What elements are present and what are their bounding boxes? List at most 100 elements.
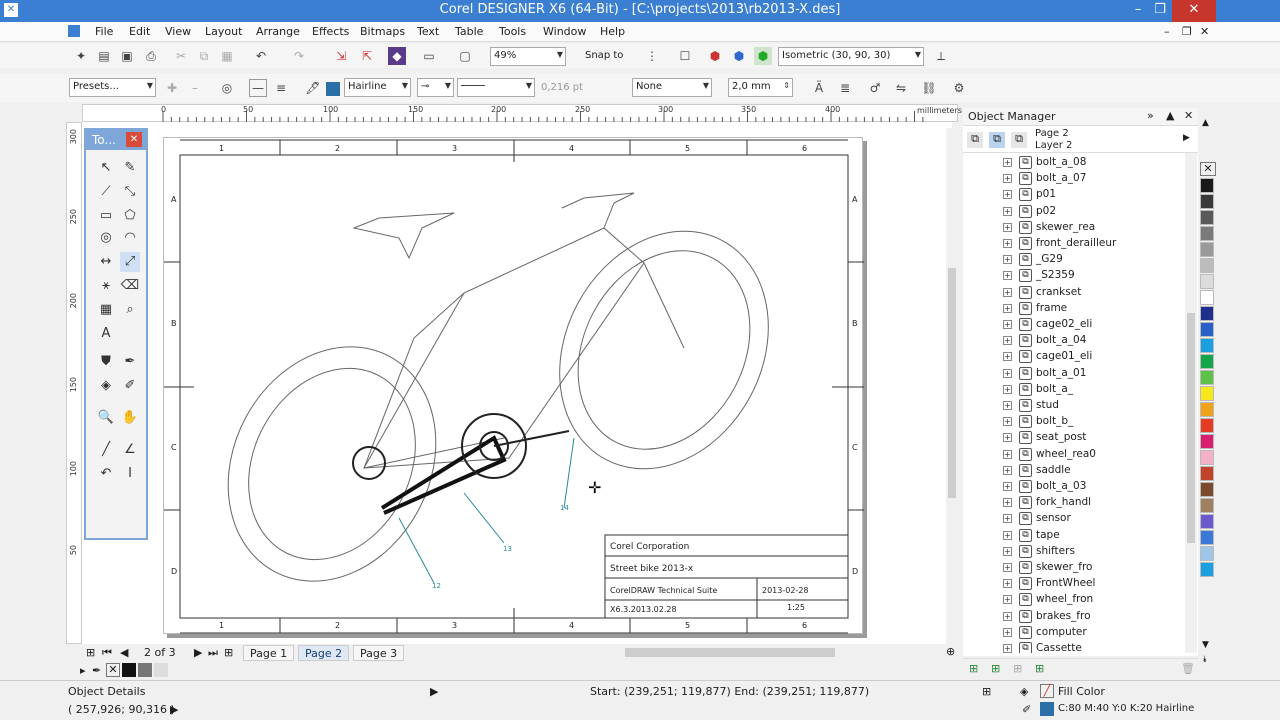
expand-icon[interactable]: + bbox=[1003, 255, 1012, 265]
line-width-icon[interactable]: ≡ bbox=[272, 79, 290, 97]
eyedropper-tool-icon[interactable]: ✒ bbox=[120, 352, 140, 372]
object-row[interactable]: + ⧉ seat_post bbox=[963, 430, 1185, 446]
object-row[interactable]: + ⧉ sensor bbox=[963, 511, 1185, 527]
arrow-start-combo[interactable]: ⊸ ▼ bbox=[417, 78, 454, 97]
expand-icon[interactable]: + bbox=[1003, 158, 1012, 167]
palette-swatch[interactable] bbox=[1200, 322, 1214, 337]
frame-icon[interactable]: ☐ bbox=[676, 47, 694, 65]
menu-layout[interactable]: Layout bbox=[205, 25, 242, 38]
freehand-tool-icon[interactable]: ⟋ bbox=[96, 182, 116, 202]
page-add-after-icon[interactable]: ⊞ bbox=[224, 646, 233, 659]
node-icon[interactable]: ♂ bbox=[866, 79, 884, 97]
layer-manager-icon[interactable]: ⧉ bbox=[967, 132, 983, 148]
expand-icon[interactable]: + bbox=[1003, 417, 1012, 427]
palette-swatch[interactable] bbox=[1200, 274, 1214, 289]
object-row[interactable]: + ⧉ p02 bbox=[963, 204, 1185, 220]
menu-file[interactable]: File bbox=[95, 25, 113, 38]
restore-icon[interactable]: ❐ bbox=[1146, 0, 1174, 22]
save-icon[interactable]: ▣ bbox=[118, 47, 136, 65]
redo-icon[interactable]: ↷ bbox=[290, 47, 308, 65]
palette-swatch[interactable] bbox=[1200, 258, 1214, 273]
expand-icon[interactable]: + bbox=[1003, 465, 1012, 475]
zoom-frame-tool-icon[interactable]: ⌕ bbox=[120, 300, 140, 320]
expand-icon[interactable]: + bbox=[1003, 336, 1012, 346]
projection-tool-icon[interactable]: ⟂ bbox=[932, 47, 950, 65]
object-row[interactable]: + ⧉ bolt_a_ bbox=[963, 382, 1185, 398]
toolbox-header[interactable]: To... ✕ bbox=[86, 130, 146, 150]
cube-green-icon[interactable]: ⬢ bbox=[754, 47, 772, 65]
line-style-combo[interactable]: ──── ▼ bbox=[457, 78, 535, 97]
object-row[interactable]: + ⧉ skewer_rea bbox=[963, 220, 1185, 236]
ellipse-tool-icon[interactable]: ◎ bbox=[96, 228, 116, 248]
palette-swatch[interactable] bbox=[1200, 306, 1214, 321]
palette-swatch[interactable] bbox=[1200, 386, 1214, 401]
show-properties-icon[interactable]: ⧉ bbox=[989, 132, 1005, 148]
object-row[interactable]: + ⧉ tape bbox=[963, 528, 1185, 544]
vertical-ruler[interactable]: 300 250 200 150 100 50 bbox=[66, 122, 82, 644]
object-row[interactable]: + ⧉ front_derailleur bbox=[963, 236, 1185, 252]
gray-swatch[interactable] bbox=[138, 663, 152, 677]
next-page-icon[interactable]: ▶ bbox=[194, 646, 202, 659]
object-row[interactable]: + ⧉ skewer_fro bbox=[963, 560, 1185, 576]
new-icon[interactable]: ✦ bbox=[72, 47, 90, 65]
object-row[interactable]: + ⧉ p01 bbox=[963, 187, 1185, 203]
flip-icon[interactable]: ⇋ bbox=[892, 79, 910, 97]
presets-combo[interactable]: Presets... ▼ bbox=[69, 78, 156, 97]
angle-tool-icon[interactable]: ∠ bbox=[120, 440, 140, 460]
paste-icon[interactable]: ▦ bbox=[218, 47, 236, 65]
doc-icon[interactable] bbox=[68, 25, 80, 37]
palette-no-color-icon[interactable]: ✕ bbox=[1200, 162, 1216, 176]
object-row[interactable]: + ⧉ stud bbox=[963, 398, 1185, 414]
palette-expand-icon[interactable]: ⯯ bbox=[1202, 655, 1207, 665]
doc-minimize-icon[interactable]: – bbox=[1164, 25, 1170, 38]
palette-swatch[interactable] bbox=[1200, 450, 1214, 465]
object-row[interactable]: + ⧉ saddle bbox=[963, 463, 1185, 479]
expand-icon[interactable]: + bbox=[1003, 563, 1012, 572]
outline-color-swatch[interactable] bbox=[326, 82, 340, 96]
line-style-icon[interactable]: — bbox=[249, 79, 267, 97]
palette-swatch[interactable] bbox=[1200, 498, 1214, 513]
menu-help[interactable]: Help bbox=[600, 25, 625, 38]
object-row[interactable]: + ⧉ wheel_fron bbox=[963, 592, 1185, 608]
text-tool-icon[interactable]: Ä bbox=[810, 79, 828, 97]
object-row[interactable]: + ⧉ _G29 bbox=[963, 252, 1185, 268]
menu-edit[interactable]: Edit bbox=[129, 25, 150, 38]
palette-swatch[interactable] bbox=[1200, 226, 1214, 241]
page-tab-1[interactable]: Page 1 bbox=[243, 645, 295, 661]
expand-icon[interactable]: + bbox=[1003, 174, 1012, 184]
print-icon[interactable]: ⎙ bbox=[142, 47, 160, 65]
align-icon[interactable]: ≣ bbox=[836, 79, 854, 97]
palette-swatch[interactable] bbox=[1200, 242, 1214, 257]
link-icon[interactable]: ⛓ bbox=[920, 79, 938, 97]
callout-tool-icon[interactable]: ⤢ bbox=[120, 252, 140, 272]
expand-icon[interactable]: + bbox=[1003, 449, 1012, 459]
expand-icon[interactable]: + bbox=[1003, 384, 1012, 394]
palette-swatch[interactable] bbox=[1200, 418, 1214, 433]
palette-swatch[interactable] bbox=[1200, 338, 1214, 353]
palette-swatch[interactable] bbox=[1200, 482, 1214, 497]
fill-tool-icon[interactable]: ⛊ bbox=[96, 352, 116, 372]
copy-icon[interactable]: ⧉ bbox=[195, 47, 213, 65]
last-page-icon[interactable]: ⏭ bbox=[208, 646, 218, 660]
palette-swatch[interactable] bbox=[1200, 210, 1214, 225]
new-layer-icon[interactable]: ⊞ bbox=[969, 662, 978, 675]
coords-expand-icon[interactable]: ▶ bbox=[170, 703, 178, 716]
horizontal-ruler[interactable]: millimeters 0 50 100 150 200 250 300 350… bbox=[82, 104, 962, 123]
expand-icon[interactable]: + bbox=[1003, 644, 1012, 653]
arrow-end-combo[interactable]: None ▼ bbox=[632, 78, 712, 97]
rectangle-tool-icon[interactable]: ▭ bbox=[96, 206, 116, 226]
vertical-scroll-thumb[interactable] bbox=[948, 268, 956, 498]
fill-none-swatch[interactable]: ╱ bbox=[1040, 684, 1054, 698]
object-row[interactable]: + ⧉ bolt_a_07 bbox=[963, 171, 1185, 187]
object-row[interactable]: + ⧉ wheel_rea0 bbox=[963, 447, 1185, 463]
curve-tool-icon[interactable]: ↶ bbox=[96, 464, 116, 484]
object-row[interactable]: + ⧉ crankset bbox=[963, 285, 1185, 301]
launcher-icon[interactable]: ▭ bbox=[420, 47, 438, 65]
object-row[interactable]: + ⧉ FrontWheel bbox=[963, 576, 1185, 592]
open-icon[interactable]: ▤ bbox=[95, 47, 113, 65]
object-row[interactable]: + ⧉ cage01_eli bbox=[963, 349, 1185, 365]
doc-restore-icon[interactable]: ❐ bbox=[1182, 25, 1192, 38]
object-row[interactable]: + ⧉ bolt_b_ bbox=[963, 414, 1185, 430]
expand-icon[interactable]: + bbox=[1003, 190, 1012, 200]
vertical-scrollbar[interactable] bbox=[946, 128, 958, 644]
